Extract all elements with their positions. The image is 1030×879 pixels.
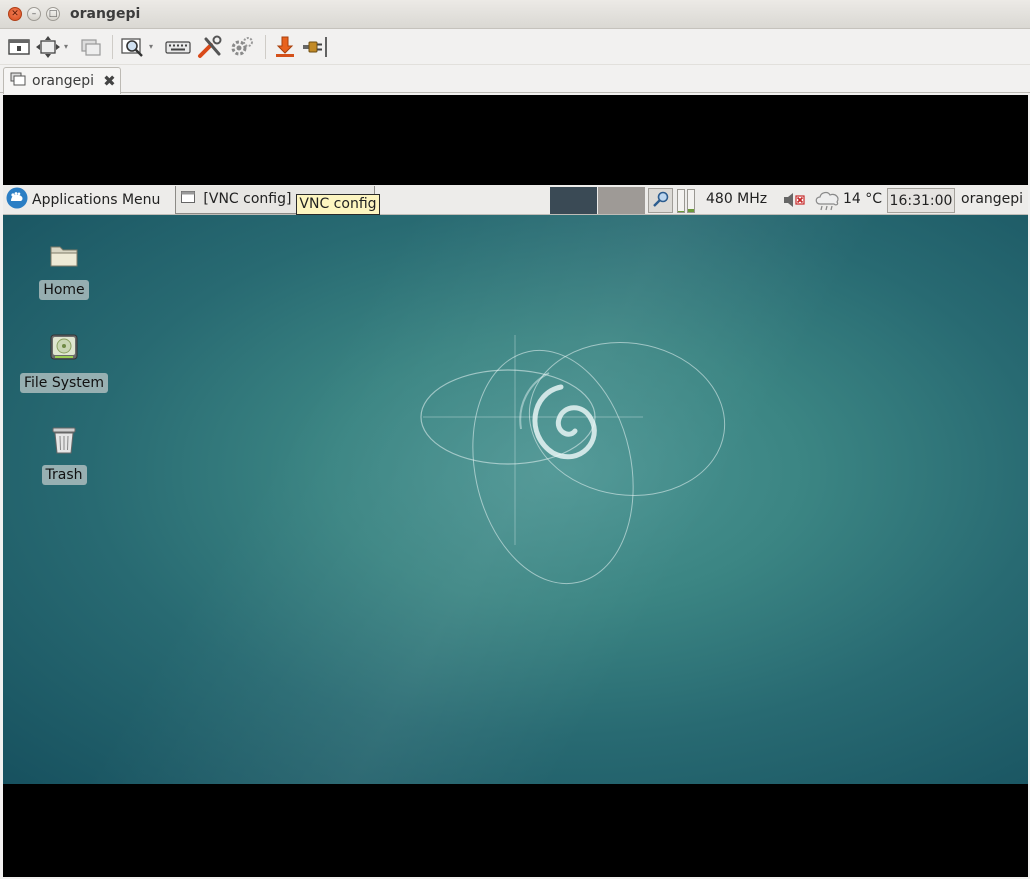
applications-menu-label: Applications Menu [32, 191, 161, 208]
cpu-bar [677, 189, 685, 213]
workspace-1[interactable] [550, 187, 597, 214]
desktop-icon-label: Home [39, 280, 89, 300]
xfce-panel: Applications Menu [VNC config] VNC confi… [3, 185, 1028, 215]
window-icon [180, 190, 196, 208]
remote-viewport[interactable]: Applications Menu [VNC config] VNC confi… [3, 95, 1028, 877]
debian-swirl-logo [420, 335, 726, 585]
window-title: orangepi [70, 6, 141, 22]
cpu-graph[interactable] [677, 187, 697, 213]
tab-close-icon[interactable]: ✖ [103, 72, 116, 90]
screenshot-icon[interactable] [274, 33, 296, 61]
magnifier-icon [652, 190, 670, 212]
tab-label: orangepi [32, 73, 95, 89]
window-titlebar: ✕ – □ orangepi [0, 0, 1030, 29]
folder-icon [49, 242, 79, 274]
cpu-frequency[interactable]: 480 MHz [706, 191, 767, 207]
settings-icon[interactable] [229, 33, 255, 61]
zoom-icon[interactable] [121, 33, 145, 61]
fullscreen-dropdown[interactable]: ▾ [64, 42, 68, 51]
screenshooter-button[interactable] [648, 188, 673, 213]
desktop-icon-trash[interactable]: Trash [18, 425, 110, 485]
panel-username[interactable]: orangepi [961, 191, 1023, 207]
desktop-icon-file-system[interactable]: File System [18, 333, 110, 393]
taskbar-item-vnc-config[interactable]: [VNC config] VNC config [175, 185, 380, 215]
toolbar-separator [265, 34, 267, 59]
disconnect-icon[interactable] [302, 33, 328, 61]
remote-desktop[interactable]: Home File System Trash [3, 215, 1028, 784]
toolbar-separator [112, 34, 114, 59]
applications-menu-button[interactable]: Applications Menu [3, 185, 170, 215]
desktop-icon-label: File System [19, 373, 109, 393]
weather-temperature[interactable]: 14 °C [843, 191, 882, 207]
keyboard-icon[interactable] [165, 33, 191, 61]
tooltip: VNC config [296, 193, 380, 215]
window-icon[interactable] [8, 33, 30, 61]
window-close-button[interactable]: ✕ [8, 7, 22, 21]
workspace-2[interactable] [598, 187, 645, 214]
trash-icon [50, 425, 78, 459]
tab-bar: orangepi ✖ [0, 65, 1030, 94]
tab-orangepi[interactable]: orangepi ✖ [3, 67, 121, 94]
cpu-bar [687, 189, 695, 213]
zoom-dropdown[interactable]: ▾ [149, 42, 153, 51]
weather-cloud-icon[interactable] [814, 188, 842, 216]
window-minimize-button[interactable]: – [27, 7, 41, 21]
desktop-icon-home[interactable]: Home [18, 242, 110, 300]
multi-window-icon[interactable] [80, 33, 102, 61]
xfce-mouse-icon [6, 187, 28, 213]
fullscreen-icon[interactable] [36, 33, 60, 61]
tab-window-icon [10, 72, 26, 90]
taskbar-item-label: [VNC config] [203, 191, 292, 207]
drive-icon [49, 333, 79, 367]
volume-muted-icon[interactable] [781, 191, 805, 213]
panel-clock[interactable]: 16:31:00 [887, 188, 955, 213]
preferences-icon[interactable] [197, 33, 223, 61]
viewer-toolbar: ▾ ▾ [0, 29, 1030, 65]
window-maximize-button[interactable]: □ [46, 7, 60, 21]
desktop-icon-label: Trash [41, 465, 87, 485]
